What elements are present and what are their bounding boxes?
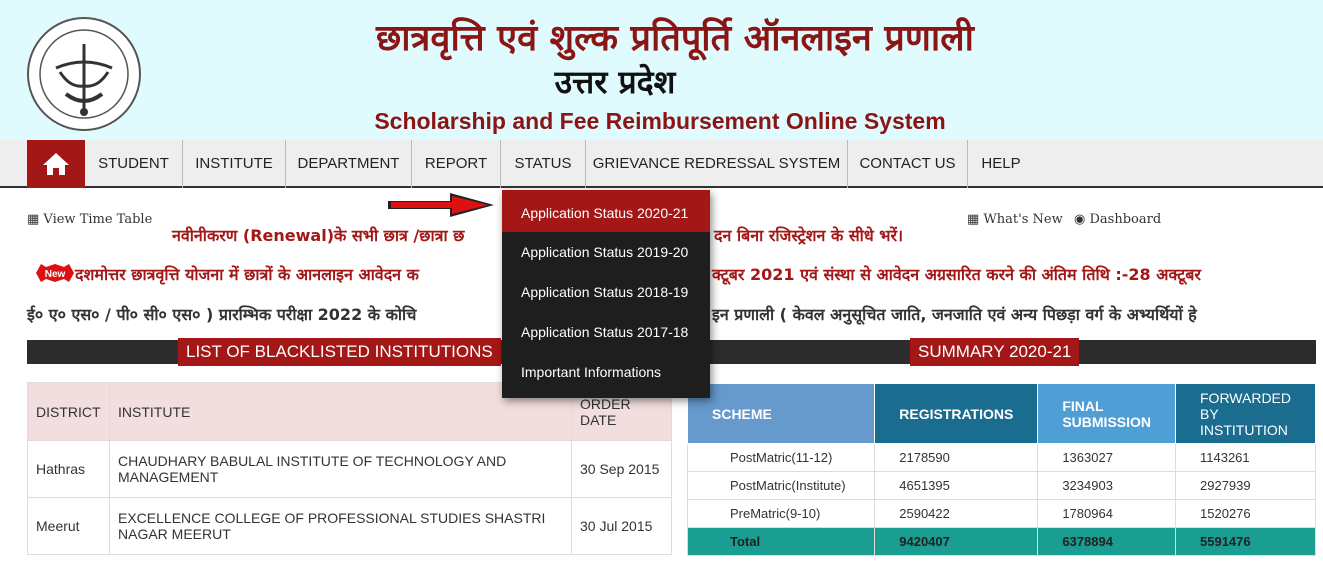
new-badge-icon: New: [36, 264, 74, 282]
menu-item-important-informations[interactable]: Important Informations: [502, 352, 710, 392]
summary-section-title: SUMMARY 2020-21: [910, 338, 1080, 366]
column-header: SCHEME: [686, 383, 876, 444]
table-row: Meerut EXCELLENCE COLLEGE OF PROFESSIONA…: [27, 497, 672, 555]
newspaper-icon: ▦: [967, 212, 984, 227]
district-cell: Meerut: [27, 497, 110, 555]
renewal-notice-right[interactable]: दन बिना रजिस्ट्रेशन के सीधे भरें।: [714, 224, 903, 246]
value-cell: 2927939: [1175, 471, 1316, 500]
nav-help[interactable]: HELP: [968, 140, 1034, 188]
value-cell: 2178590: [874, 443, 1039, 472]
site-header: छात्रवृत्ति एवं शुल्क प्रतिपूर्ति ऑनलाइन…: [0, 0, 1323, 140]
up-government-logo: [27, 17, 141, 131]
summary-table: SCHEME REGISTRATIONS FINAL SUBMISSION FO…: [686, 383, 1316, 556]
value-cell: 1520276: [1175, 499, 1316, 528]
column-header: FORWARDED BY INSTITUTION: [1175, 383, 1316, 444]
institute-cell: EXCELLENCE COLLEGE OF PROFESSIONAL STUDI…: [109, 497, 572, 555]
date-cell: 30 Jul 2015: [571, 497, 672, 555]
home-button[interactable]: [27, 140, 85, 188]
scheme-cell: PostMatric(11-12): [686, 443, 876, 472]
main-nav: STUDENT INSTITUTE DEPARTMENT REPORT STAT…: [0, 140, 1323, 188]
dashboard-icon: ◉: [1074, 212, 1090, 227]
value-cell: 2590422: [874, 499, 1039, 528]
table-row: PostMatric(Institute) 4651395 3234903 29…: [686, 471, 1316, 500]
ticker-line-2-right[interactable]: इन प्रणाली ( केवल अनुसूचित जाति, जनजाति …: [712, 303, 1197, 325]
ticker-line-1-left[interactable]: दशमोत्तर छात्रवृत्ति योजना में छात्रों क…: [75, 263, 419, 285]
menu-item-application-status-2020-21[interactable]: Application Status 2020-21: [502, 190, 710, 232]
blacklist-section-title: LIST OF BLACKLISTED INSTITUTIONS: [178, 338, 501, 366]
nav-contact-us[interactable]: CONTACT US: [848, 140, 968, 188]
nav-institute[interactable]: INSTITUTE: [183, 140, 286, 188]
total-cell: 6378894: [1037, 527, 1176, 556]
dashboard-link[interactable]: ◉ Dashboard: [1074, 212, 1161, 227]
nav-department[interactable]: DEPARTMENT: [286, 140, 412, 188]
district-cell: Hathras: [27, 440, 110, 498]
value-cell: 3234903: [1037, 471, 1176, 500]
ticker-line-1-right[interactable]: क्टूबर 2021 एवं संस्था से आवेदन अग्रसारि…: [712, 263, 1201, 285]
site-title-english: Scholarship and Fee Reimbursement Online…: [374, 108, 946, 134]
home-icon: [43, 153, 69, 175]
site-title-hindi: छात्रवृत्ति एवं शुल्क प्रतिपूर्ति ऑनलाइन…: [376, 18, 974, 59]
table-row: Hathras CHAUDHARY BABULAL INSTITUTE OF T…: [27, 440, 672, 498]
menu-item-application-status-2019-20[interactable]: Application Status 2019-20: [502, 232, 710, 272]
view-time-table-link[interactable]: ▦ View Time Table: [27, 212, 152, 227]
value-cell: 1363027: [1037, 443, 1176, 472]
status-dropdown-menu: Application Status 2020-21 Application S…: [502, 190, 710, 398]
menu-item-application-status-2018-19[interactable]: Application Status 2018-19: [502, 272, 710, 312]
institute-cell: CHAUDHARY BABULAL INSTITUTE OF TECHNOLOG…: [109, 440, 572, 498]
total-cell: 9420407: [874, 527, 1039, 556]
date-cell: 30 Sep 2015: [571, 440, 672, 498]
column-header: DISTRICT: [27, 382, 110, 441]
total-row: Total 9420407 6378894 5591476: [686, 527, 1316, 556]
blacklist-table: DISTRICT INSTITUTE ORDER DATE Hathras CH…: [27, 382, 672, 555]
total-label-cell: Total: [686, 527, 876, 556]
value-cell: 1780964: [1037, 499, 1176, 528]
nav-report[interactable]: REPORT: [412, 140, 501, 188]
menu-item-application-status-2017-18[interactable]: Application Status 2017-18: [502, 312, 710, 352]
state-name: उत्तर प्रदेश: [554, 63, 676, 101]
ticker-line-2-left[interactable]: ई० ए० एस० / पी० सी० एस० ) प्रारम्भिक परी…: [27, 303, 416, 325]
column-header: FINAL SUBMISSION: [1037, 383, 1176, 444]
scheme-cell: PreMatric(9-10): [686, 499, 876, 528]
total-cell: 5591476: [1175, 527, 1316, 556]
table-row: PreMatric(9-10) 2590422 1780964 1520276: [686, 499, 1316, 528]
arrow-right-icon: [388, 193, 494, 217]
whats-new-link[interactable]: ▦ What's New: [967, 212, 1063, 227]
nav-grievance[interactable]: GRIEVANCE REDRESSAL SYSTEM: [586, 140, 848, 188]
table-icon: ▦: [27, 212, 44, 227]
renewal-notice-left[interactable]: नवीनीकरण (Renewal)के सभी छात्र /छात्रा छ: [172, 224, 464, 246]
nav-student[interactable]: STUDENT: [85, 140, 183, 188]
value-cell: 4651395: [874, 471, 1039, 500]
svg-text:New: New: [45, 269, 66, 280]
nav-status[interactable]: STATUS: [501, 140, 586, 188]
column-header: REGISTRATIONS: [874, 383, 1039, 444]
scheme-cell: PostMatric(Institute): [686, 471, 876, 500]
table-row: PostMatric(11-12) 2178590 1363027 114326…: [686, 443, 1316, 472]
value-cell: 1143261: [1175, 443, 1316, 472]
